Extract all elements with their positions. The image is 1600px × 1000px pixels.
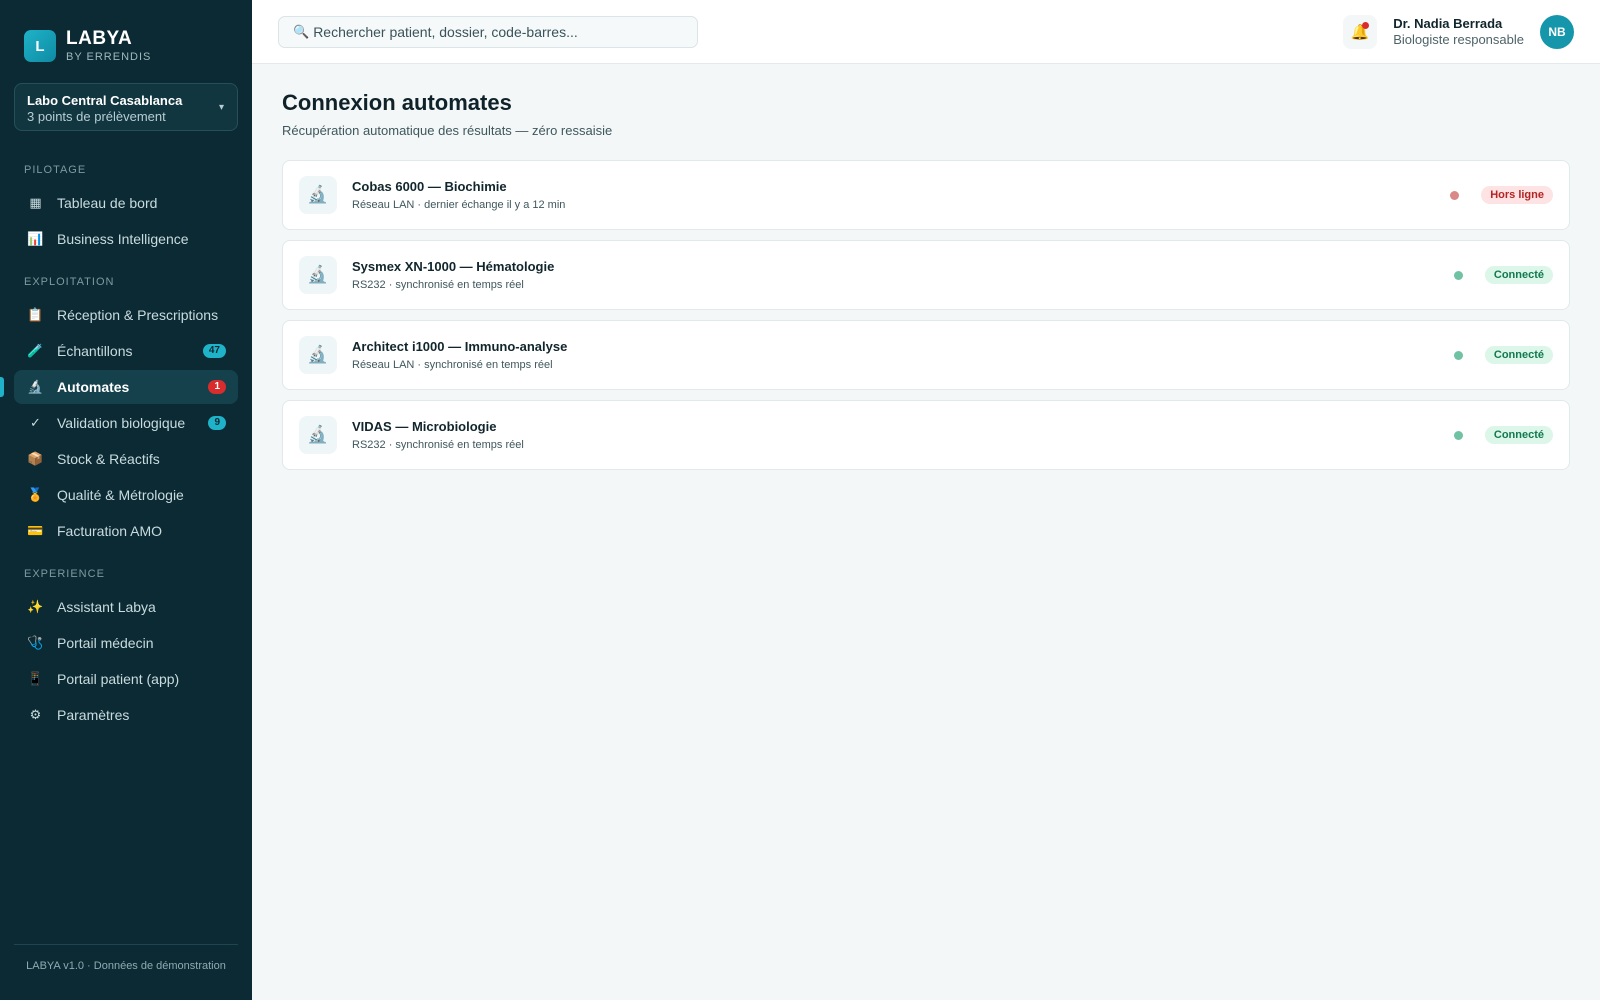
active-indicator	[0, 377, 4, 397]
sidebar-item-assistant[interactable]: ✨ Assistant Labya	[14, 590, 238, 624]
site-name: Labo Central Casablanca	[27, 93, 183, 108]
count-badge: 47	[202, 344, 226, 358]
chevron-down-icon: ▾	[218, 102, 224, 113]
app-root: L LABYA BY ERRENDIS Labo Central Casabla…	[0, 0, 1600, 1000]
sidebar-item-portail-medecin[interactable]: 🩺 Portail médecin	[14, 626, 238, 660]
user-info[interactable]: Dr. Nadia Berrada Biologiste responsable	[1393, 16, 1524, 47]
device-card[interactable]: 🔬 Architect i1000 — Immuno-analyse Résea…	[282, 320, 1570, 390]
sidebar-item-business-intelligence[interactable]: 📊 Business Intelligence	[14, 222, 238, 256]
sidebar-item-label: Validation biologique	[57, 415, 186, 431]
device-card[interactable]: 🔬 Sysmex XN-1000 — Hématologie RS232 · s…	[282, 240, 1570, 310]
microscope-icon: 🔬	[299, 176, 337, 214]
bar-chart-icon: 📊	[27, 231, 44, 246]
status-badge: Connecté	[1484, 346, 1553, 364]
device-name: Cobas 6000 — Biochimie	[352, 179, 507, 194]
notifications-button[interactable]: 🔔	[1343, 14, 1378, 49]
main-area: 🔍 🔔 Dr. Nadia Berrada Biologiste respons…	[252, 0, 1600, 1000]
credit-card-icon: 💳	[27, 523, 44, 538]
brand-name: LABYA	[66, 28, 133, 49]
microscope-icon: 🔬	[299, 256, 337, 294]
status-dot	[1453, 270, 1463, 280]
sidebar-item-automates[interactable]: 🔬 Automates 1	[0, 370, 238, 404]
device-details: RS232 · synchronisé en temps réel	[352, 439, 524, 451]
notification-dot	[1362, 21, 1370, 29]
sidebar-item-stock[interactable]: 📦 Stock & Réactifs	[14, 442, 238, 476]
page-title: Connexion automates	[282, 90, 512, 115]
device-details: Réseau LAN · dernier échange il y a 12 m…	[352, 199, 566, 211]
sidebar-footer: LABYA v1.0 · Données de démonstration	[14, 944, 238, 1000]
sidebar-item-label: Facturation AMO	[57, 523, 163, 539]
search-box[interactable]: 🔍	[278, 15, 698, 48]
brand-subtitle: BY ERRENDIS	[66, 51, 152, 63]
test-tube-icon: 🧪	[27, 343, 44, 358]
device-details: Réseau LAN · synchronisé en temps réel	[352, 359, 553, 371]
brand-logo: L	[24, 30, 56, 62]
sidebar-item-label: Stock & Réactifs	[57, 451, 160, 467]
mobile-phone-icon: 📱	[27, 671, 44, 686]
status-badge: Connecté	[1484, 266, 1553, 284]
sidebar-item-validation-biologique[interactable]: ✓ Validation biologique 9	[14, 406, 238, 440]
sidebar-item-echantillons[interactable]: 🧪 Échantillons 47	[14, 334, 238, 368]
page-content: Connexion automates Récupération automat…	[252, 64, 1600, 480]
sidebar-item-reception[interactable]: 📋 Réception & Prescriptions	[14, 298, 238, 332]
package-icon: 📦	[27, 451, 44, 466]
device-name: VIDAS — Microbiologie	[352, 419, 497, 434]
count-badge: 9	[208, 416, 226, 430]
user-role: Biologiste responsable	[1393, 32, 1524, 47]
sidebar-item-label: Réception & Prescriptions	[57, 307, 219, 323]
sidebar-item-label: Paramètres	[57, 707, 130, 723]
sidebar-item-tableau-de-bord[interactable]: ▦ Tableau de bord	[14, 186, 238, 220]
device-name: Architect i1000 — Immuno-analyse	[352, 339, 568, 354]
search-input[interactable]	[313, 23, 674, 40]
topbar: 🔍 🔔 Dr. Nadia Berrada Biologiste respons…	[252, 0, 1600, 64]
device-card[interactable]: 🔬 Cobas 6000 — Biochimie Réseau LAN · de…	[282, 160, 1570, 230]
sidebar-item-parametres[interactable]: ⚙ Paramètres	[14, 698, 238, 732]
sidebar-item-label: Business Intelligence	[57, 231, 189, 247]
site-subtitle: 3 points de prélèvement	[27, 109, 166, 124]
stethoscope-icon: 🩺	[27, 635, 44, 650]
nav-section-experience: EXPERIENCE	[24, 568, 105, 580]
status-dot	[1453, 430, 1463, 440]
sidebar-item-label: Échantillons	[57, 343, 133, 359]
sidebar-item-portail-patient[interactable]: 📱 Portail patient (app)	[14, 662, 238, 696]
avatar[interactable]: NB	[1540, 14, 1574, 49]
microscope-icon: 🔬	[299, 416, 337, 454]
device-details: RS232 · synchronisé en temps réel	[352, 279, 524, 291]
dashboard-icon: ▦	[29, 195, 42, 210]
clipboard-icon: 📋	[27, 307, 44, 322]
sidebar-item-qualite[interactable]: 🏅 Qualité & Métrologie	[14, 478, 238, 512]
sidebar-item-facturation[interactable]: 💳 Facturation AMO	[14, 514, 238, 548]
sidebar-item-label: Portail médecin	[57, 635, 154, 651]
microscope-icon: 🔬	[27, 379, 44, 394]
site-selector[interactable]: Labo Central Casablanca 3 points de prél…	[14, 83, 238, 131]
sidebar-item-label: Assistant Labya	[57, 599, 156, 615]
status-dot	[1450, 190, 1460, 200]
search-icon: 🔍	[293, 23, 310, 39]
device-list: 🔬 Cobas 6000 — Biochimie Réseau LAN · de…	[282, 160, 1570, 470]
sidebar-item-label: Automates	[57, 379, 130, 395]
status-dot	[1453, 350, 1463, 360]
sidebar-item-label: Tableau de bord	[57, 195, 158, 211]
sidebar-item-label: Portail patient (app)	[57, 671, 180, 687]
sidebar-item-label: Qualité & Métrologie	[57, 487, 184, 503]
top-right-group: 🔔 Dr. Nadia Berrada Biologiste responsab…	[1343, 14, 1574, 49]
brand[interactable]: L LABYA BY ERRENDIS	[0, 0, 252, 64]
sidebar: L LABYA BY ERRENDIS Labo Central Casabla…	[0, 0, 252, 1000]
gear-icon: ⚙	[29, 707, 42, 722]
status-badge: Hors ligne	[1481, 186, 1553, 204]
medal-icon: 🏅	[27, 487, 44, 502]
device-card[interactable]: 🔬 VIDAS — Microbiologie RS232 · synchron…	[282, 400, 1570, 470]
alert-badge: 1	[208, 380, 226, 394]
microscope-icon: 🔬	[299, 336, 337, 374]
page-subtitle: Récupération automatique des résultats —…	[282, 123, 613, 138]
nav-section-exploitation: EXPLOITATION	[24, 276, 115, 288]
status-badge: Connecté	[1484, 426, 1553, 444]
sparkles-icon: ✨	[27, 599, 44, 614]
check-icon: ✓	[30, 415, 41, 430]
user-name: Dr. Nadia Berrada	[1393, 16, 1503, 31]
nav-section-pilotage: PILOTAGE	[24, 164, 87, 176]
device-name: Sysmex XN-1000 — Hématologie	[352, 259, 555, 274]
